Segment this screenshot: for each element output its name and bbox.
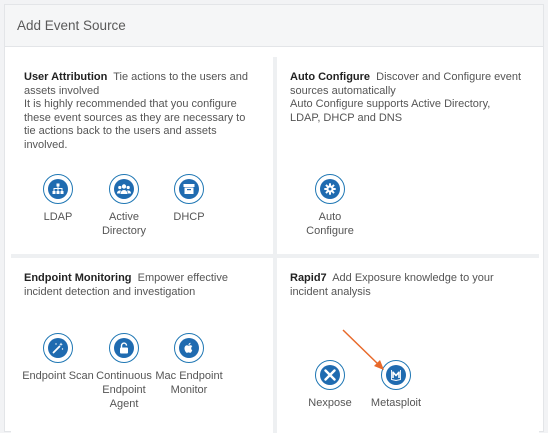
source-label: Metasploit: [370, 397, 422, 409]
source-endpoint-scan[interactable]: Endpoint Scan: [22, 333, 94, 383]
rapid7-title: Rapid7: [290, 272, 327, 284]
add-event-source-panel: Add Event Source User Attribution Tie ac…: [4, 4, 544, 433]
source-label: Mac Endpoint Monitor: [155, 370, 223, 396]
event-source-grid: User Attribution Tie actions to the user…: [11, 57, 539, 433]
rapid7-description: Rapid7 Add Exposure knowledge to your in…: [290, 272, 515, 299]
auto-configure-desc-2: Auto Configure supports Active Directory…: [290, 98, 491, 124]
endpoint-monitoring-title: Endpoint Monitoring: [24, 272, 132, 284]
source-label: Endpoint Scan: [22, 370, 94, 382]
user-attribution-title: User Attribution: [24, 71, 108, 83]
source-nexpose[interactable]: Nexpose: [294, 360, 366, 410]
source-dhcp[interactable]: DHCP: [153, 174, 225, 224]
rapid7-card: Rapid7 Add Exposure knowledge to your in…: [277, 258, 539, 433]
archive-box-icon: [179, 179, 199, 199]
source-label: Active Directory: [101, 211, 146, 237]
sitemap-icon: [48, 179, 68, 199]
source-label: Nexpose: [308, 397, 352, 409]
auto-configure-card: Auto Configure Discover and Configure ev…: [277, 57, 539, 254]
source-active-directory[interactable]: Active Directory: [88, 174, 160, 238]
nexpose-icon: [320, 365, 340, 385]
source-ldap[interactable]: LDAP: [22, 174, 94, 224]
source-metasploit[interactable]: Metasploit: [360, 360, 432, 410]
metasploit-icon: [386, 365, 406, 385]
user-attribution-description: User Attribution Tie actions to the user…: [24, 71, 254, 152]
apple-icon: [179, 338, 199, 358]
endpoint-monitoring-description: Endpoint Monitoring Empower effective in…: [24, 272, 239, 299]
source-auto-configure[interactable]: Auto Configure: [294, 174, 366, 238]
panel-header: Add Event Source: [5, 5, 543, 47]
unlock-icon: [114, 338, 134, 358]
user-attribution-desc-2: It is highly recommended that you config…: [24, 98, 246, 151]
source-label: Auto Configure: [306, 211, 354, 237]
auto-configure-description: Auto Configure Discover and Configure ev…: [290, 71, 522, 125]
auto-configure-title: Auto Configure: [290, 71, 371, 83]
user-attribution-card: User Attribution Tie actions to the user…: [11, 57, 273, 254]
source-continuous-endpoint-agent[interactable]: Continuous Endpoint Agent: [88, 333, 160, 411]
source-label: DHCP: [173, 211, 205, 223]
source-label: LDAP: [43, 211, 73, 223]
users-icon: [114, 179, 134, 199]
magic-wand-icon: [48, 338, 68, 358]
gear-icon: [320, 179, 340, 199]
panel-title: Add Event Source: [17, 18, 126, 33]
source-label: Continuous Endpoint Agent: [96, 370, 152, 410]
endpoint-monitoring-card: Endpoint Monitoring Empower effective in…: [11, 258, 273, 433]
source-mac-endpoint-monitor[interactable]: Mac Endpoint Monitor: [153, 333, 225, 397]
